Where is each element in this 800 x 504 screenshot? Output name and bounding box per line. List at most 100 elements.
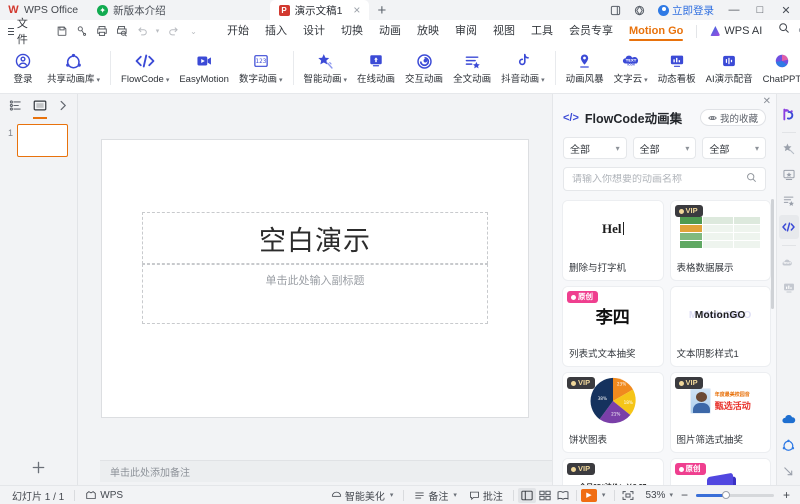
tab-transition[interactable]: 切换	[333, 20, 371, 42]
ribbon-animation-storm-button[interactable]: 动画风暴	[561, 44, 609, 92]
flowcode-icon[interactable]	[779, 215, 799, 239]
add-slide-button[interactable]	[0, 449, 77, 485]
search-icon[interactable]	[746, 172, 757, 186]
animation-gallery-scroll[interactable]: Hel 删除与打字机 VIP	[553, 191, 776, 485]
file-menu-button[interactable]: 文件	[4, 15, 38, 47]
subtitle-placeholder[interactable]: 单击此处输入副标题	[142, 264, 488, 324]
undo-caret-icon[interactable]: ▾	[152, 21, 163, 41]
tab-tools[interactable]: 工具	[523, 20, 561, 42]
ribbon-login-button[interactable]: 登录	[4, 44, 42, 92]
animation-card[interactable]: VIP 23% 18% 21% 38%	[563, 373, 663, 452]
notes-toggle-button[interactable]: 备注 ▾	[408, 488, 463, 503]
smart-beautify-button[interactable]: 智能美化 ▾	[325, 488, 400, 503]
ribbon-shared-library-button[interactable]: 共享动画库▾	[42, 44, 105, 92]
gallery-scrollbar[interactable]	[771, 199, 774, 309]
zoom-slider-handle[interactable]	[722, 491, 730, 499]
print-preview-icon[interactable]	[112, 21, 131, 41]
list-star-icon[interactable]	[779, 189, 799, 213]
new-tab-button[interactable]: +	[369, 2, 394, 20]
play-icon[interactable]: ▶	[581, 489, 597, 502]
zoom-slider[interactable]	[696, 494, 774, 497]
wordcloud-icon[interactable]: TEXT	[779, 250, 799, 274]
tab-review[interactable]: 审阅	[447, 20, 485, 42]
slide-thumbnail-item[interactable]: 1	[4, 124, 71, 157]
sorter-view-icon[interactable]	[536, 488, 554, 503]
tab-member-exclusive[interactable]: 会员专享	[561, 20, 621, 42]
magic-star-icon[interactable]	[779, 137, 799, 161]
zoom-out-button[interactable]: −	[678, 488, 691, 502]
tab-animation[interactable]: 动画	[371, 20, 409, 42]
tab-presentation-1[interactable]: P 演示文稿1 ×	[270, 0, 370, 20]
ribbon-number-animation-button[interactable]: 123 数字动画▾	[234, 44, 288, 92]
ribbon-flowcode-button[interactable]: FlowCode▾	[116, 44, 174, 92]
tab-design[interactable]: 设计	[295, 20, 333, 42]
dashboard-icon[interactable]	[779, 276, 799, 300]
maximize-button[interactable]: □	[748, 0, 772, 20]
reading-view-icon[interactable]	[554, 488, 572, 503]
print-icon[interactable]	[92, 21, 111, 41]
minimize-button[interactable]: —	[722, 0, 746, 20]
wps-status-button[interactable]: WPS	[79, 490, 129, 501]
customize-icon[interactable]: ⌄	[184, 21, 203, 41]
play-options-chevron-icon[interactable]: ▾	[599, 491, 611, 499]
ribbon-interactive-animation-button[interactable]: 交互动画	[400, 44, 448, 92]
window-icon[interactable]	[604, 0, 626, 20]
tab-motion-go[interactable]: Motion Go	[621, 20, 691, 42]
animation-card[interactable]: VIP 年度最美校园音 甄选活动 图片筛选式抽奖	[671, 373, 771, 452]
animation-card[interactable]: 原创 李四 列表式文本抽奖	[563, 287, 663, 366]
animation-card[interactable]: Hel 删除与打字机	[563, 201, 663, 280]
normal-view-icon[interactable]	[518, 488, 536, 503]
filter-type-select[interactable]: 全部 ▾	[633, 137, 697, 159]
title-placeholder[interactable]: 空白演示	[142, 212, 488, 264]
tab-insert[interactable]: 插入	[257, 20, 295, 42]
collapse-icon[interactable]	[58, 100, 68, 114]
animation-card[interactable]: VIP 今日95#油价：￥8.27	[563, 459, 663, 485]
panel-close-icon[interactable]: ✕	[763, 96, 771, 107]
share-lib-icon[interactable]	[779, 433, 799, 457]
animation-card[interactable]: MotionGO 文本阴影样式1	[671, 287, 771, 366]
ribbon-word-cloud-button[interactable]: TEXT ICON 文字云▾	[609, 44, 653, 92]
cloud-upload-icon[interactable]	[779, 407, 799, 431]
ribbon-online-animation-button[interactable]: 在线动画	[352, 44, 400, 92]
notes-input[interactable]: 单击此处添加备注	[100, 460, 552, 482]
zoom-level-label[interactable]: 53%	[637, 490, 667, 501]
globe-icon[interactable]	[628, 0, 650, 20]
slide-view-icon[interactable]	[33, 99, 47, 115]
zoom-chevron-icon[interactable]: ▾	[669, 491, 678, 499]
search-input[interactable]	[572, 174, 742, 185]
slide-thumbnail[interactable]	[17, 124, 68, 157]
motion-go-icon[interactable]	[779, 102, 799, 126]
ribbon-dashboard-button[interactable]: 动态看板	[653, 44, 701, 92]
my-favorites-button[interactable]: 我的收藏	[700, 109, 766, 126]
save-icon[interactable]	[52, 21, 71, 41]
collapse-arrow-icon[interactable]	[779, 459, 799, 483]
link-icon[interactable]	[72, 21, 91, 41]
login-button[interactable]: 立即登录	[652, 0, 720, 20]
tab-close-icon[interactable]: ×	[353, 4, 360, 16]
undo-icon[interactable]	[132, 21, 151, 41]
search-icon[interactable]	[770, 20, 798, 42]
comment-button[interactable]: 批注	[463, 488, 509, 503]
fit-screen-icon[interactable]	[619, 488, 637, 503]
ribbon-smart-animation-button[interactable]: 智能动画▾	[299, 44, 353, 92]
animation-card[interactable]: VIP 表格数据展示	[671, 201, 771, 280]
ribbon-fulltext-animation-button[interactable]: 全文动画	[448, 44, 496, 92]
tab-new-version-intro[interactable]: ✦ 新版本介绍	[88, 0, 175, 20]
animation-search-box[interactable]	[563, 167, 766, 191]
frame-star-icon[interactable]	[779, 163, 799, 187]
outline-view-icon[interactable]	[9, 99, 22, 115]
redo-icon[interactable]	[164, 21, 183, 41]
tab-slideshow[interactable]: 放映	[409, 20, 447, 42]
tab-wps-ai[interactable]: WPS AI	[702, 20, 770, 42]
ribbon-tiktok-animation-button[interactable]: 抖音动画▾	[496, 44, 550, 92]
close-window-button[interactable]: ✕	[774, 0, 798, 20]
filter-style-select[interactable]: 全部 ▾	[702, 137, 766, 159]
animation-card[interactable]: 原创	[671, 459, 771, 485]
ribbon-chatppt-button[interactable]: ChatPPT	[758, 44, 800, 92]
ribbon-easymotion-button[interactable]: EasyMotion	[174, 44, 234, 92]
tab-view[interactable]: 视图	[485, 20, 523, 42]
slide-canvas[interactable]: 空白演示 单击此处输入副标题	[102, 140, 528, 417]
tab-start[interactable]: 开始	[219, 20, 257, 42]
filter-category-select[interactable]: 全部 ▾	[563, 137, 627, 159]
zoom-in-button[interactable]: +	[779, 488, 794, 502]
